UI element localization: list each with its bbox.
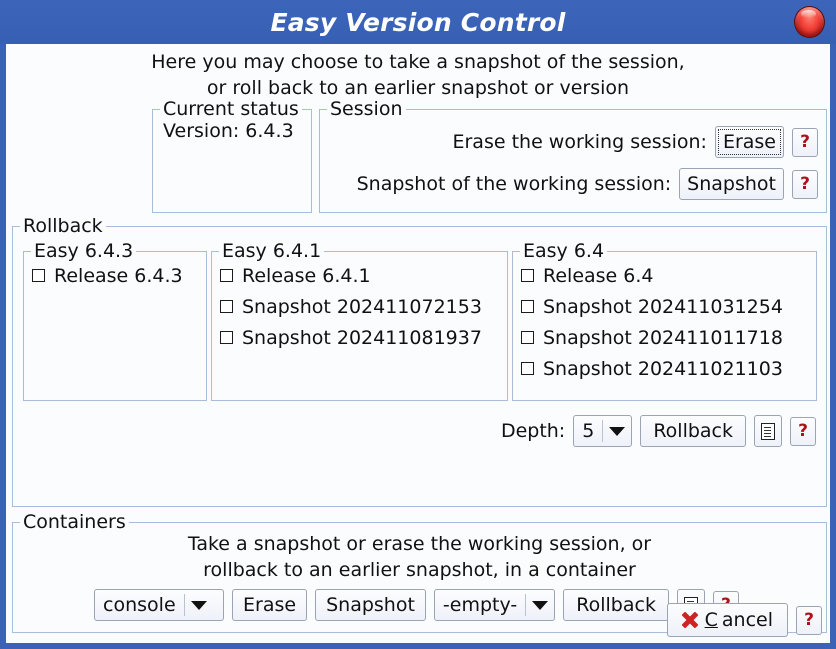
list-item-label: Release 6.4.1 [242,264,371,287]
list-item[interactable]: Snapshot 202411011718 [521,322,783,353]
depth-dropdown[interactable]: 5 [573,415,633,447]
list-item[interactable]: Release 6.4.3 [32,260,183,291]
session-erase-row: Erase the working session: Erase ? [320,126,826,158]
container-value: console [103,594,176,616]
rollback-column-2-legend: Easy 6.4 [520,240,608,262]
footer-bar: Cancel ? [666,603,822,637]
session-group: Session Erase the working session: Erase… [319,98,827,213]
cancel-button[interactable]: Cancel [666,603,788,637]
depth-label: Depth: [500,420,566,442]
container-snapshot-value: -empty- [442,594,518,616]
close-x-icon [682,612,699,629]
rollback-action-row: Depth: 5 Rollback ? [501,415,816,447]
container-snapshot-button[interactable]: Snapshot [315,589,426,621]
container-snapshot-dropdown[interactable]: -empty- [433,589,556,621]
title-bar: Easy Version Control [0,0,836,44]
containers-description: Take a snapshot or erase the working ses… [13,523,826,583]
rollback-log-button[interactable] [754,415,782,447]
close-icon[interactable] [794,6,825,38]
list-item-label: Snapshot 202411021103 [543,357,783,380]
rollback-help-icon[interactable]: ? [790,416,816,446]
chevron-down-icon[interactable] [526,590,554,620]
rollback-button[interactable]: Rollback [640,415,746,447]
rollback-legend: Rollback [20,215,106,237]
chevron-down-icon[interactable] [603,416,631,446]
list-item[interactable]: Release 6.4.1 [220,260,482,291]
version-value: Version: 6.4.3 [163,120,294,142]
checkbox[interactable] [521,269,534,282]
intro-line-1: Here you may choose to take a snapshot o… [151,51,685,73]
rollback-column-2: Easy 6.4 Release 6.4 Snapshot 2024110312… [512,240,817,401]
list-item[interactable]: Release 6.4 [521,260,783,291]
intro-line-2: or roll back to an earlier snapshot or v… [206,77,630,99]
rollback-column-0-legend: Easy 6.4.3 [31,240,137,262]
depth-value: 5 [582,420,595,442]
client-area: Here you may choose to take a snapshot o… [6,44,830,643]
containers-legend: Containers [20,511,129,533]
checkbox[interactable] [521,331,534,344]
rollback-column-0: Easy 6.4.3 Release 6.4.3 [23,240,207,401]
erase-session-button[interactable]: Erase [714,126,784,158]
chevron-down-icon[interactable] [185,590,213,620]
rollback-group: Rollback Easy 6.4.3 Release 6.4.3 Easy 6… [12,215,827,507]
containers-line-2: rollback to an earlier snapshot, in a co… [203,559,636,581]
rollback-column-1-legend: Easy 6.4.1 [219,240,325,262]
checkbox[interactable] [220,331,233,344]
current-status-legend: Current status [160,98,302,120]
containers-line-1: Take a snapshot or erase the working ses… [187,533,652,555]
current-status-group: Current status Version: 6.4.3 [152,98,312,213]
checkbox[interactable] [220,300,233,313]
session-snapshot-label: Snapshot of the working session: [356,173,672,195]
list-item-label: Snapshot 202411081937 [242,326,482,349]
checkbox[interactable] [521,362,534,375]
cancel-label-rest: ancel [721,609,773,631]
list-item-label: Snapshot 202411031254 [543,295,783,318]
erase-session-help-icon[interactable]: ? [792,127,818,157]
snapshot-session-button[interactable]: Snapshot [679,168,784,200]
window-title: Easy Version Control [270,7,566,37]
checkbox[interactable] [32,269,45,282]
rollback-column-1-list: Release 6.4.1 Snapshot 202411072153 Snap… [220,260,482,353]
list-item-label: Snapshot 202411011718 [543,326,783,349]
container-dropdown[interactable]: console [94,589,225,621]
list-item-label: Release 6.4 [543,264,654,287]
list-item[interactable]: Snapshot 202411072153 [220,291,482,322]
rollback-column-2-list: Release 6.4 Snapshot 202411031254 Snapsh… [521,260,783,384]
rollback-column-0-list: Release 6.4.3 [32,260,183,291]
container-rollback-button[interactable]: Rollback [563,589,669,621]
rollback-column-1: Easy 6.4.1 Release 6.4.1 Snapshot 202411… [211,240,508,401]
cancel-accel-letter: C [704,609,718,631]
checkbox[interactable] [521,300,534,313]
list-item-label: Release 6.4.3 [54,264,183,287]
checkbox[interactable] [220,269,233,282]
container-erase-button[interactable]: Erase [232,589,308,621]
session-snapshot-row: Snapshot of the working session: Snapsho… [320,168,826,200]
intro-text: Here you may choose to take a snapshot o… [6,44,830,101]
session-erase-label: Erase the working session: [452,131,707,153]
footer-help-icon[interactable]: ? [796,605,822,635]
list-item[interactable]: Snapshot 202411021103 [521,353,783,384]
list-item-label: Snapshot 202411072153 [242,295,482,318]
session-legend: Session [327,98,406,120]
document-icon [761,422,775,440]
application-window: Easy Version Control Here you may choose… [0,0,836,649]
list-item[interactable]: Snapshot 202411081937 [220,322,482,353]
snapshot-session-help-icon[interactable]: ? [792,169,818,199]
list-item[interactable]: Snapshot 202411031254 [521,291,783,322]
